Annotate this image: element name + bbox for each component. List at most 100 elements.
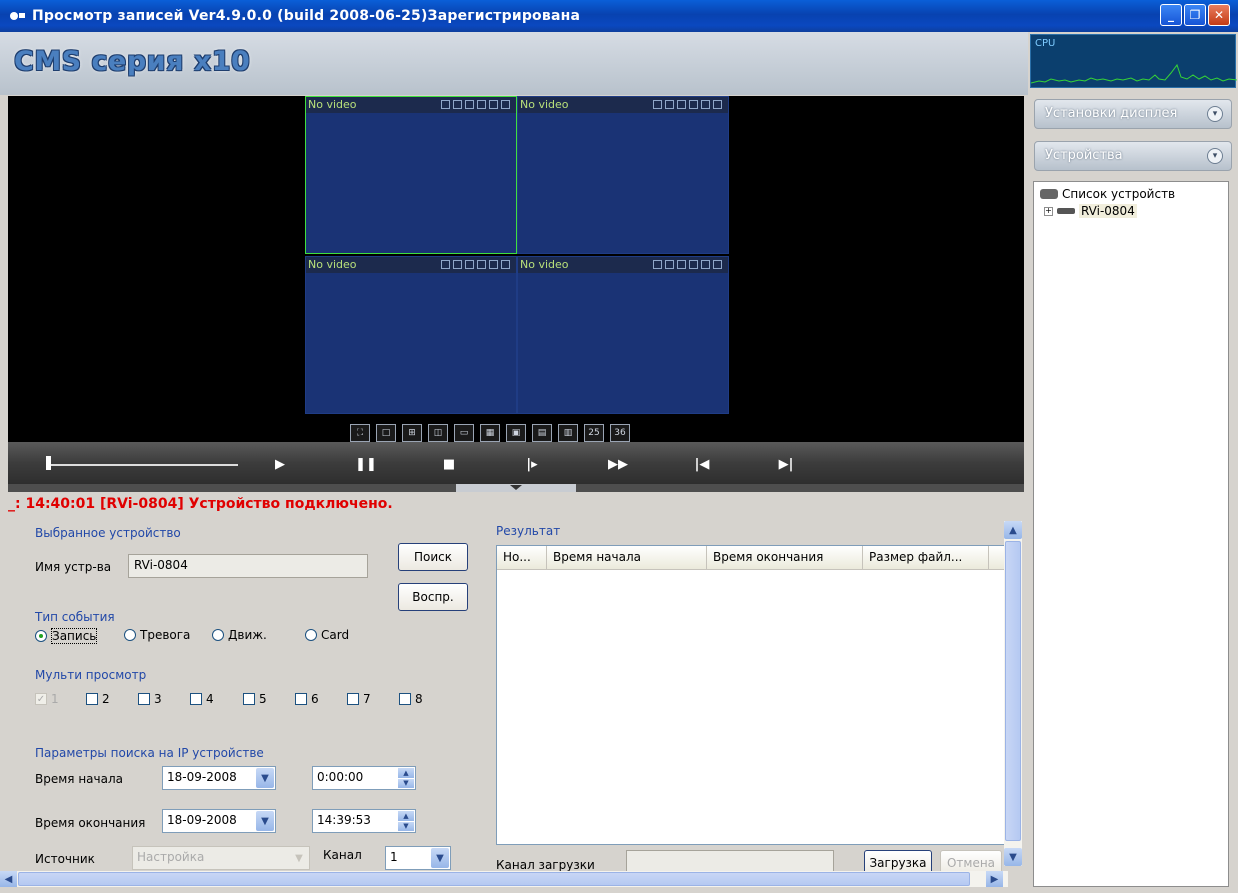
close-button[interactable]: ✕ [1208, 4, 1230, 26]
maximize-button[interactable]: ❐ [1184, 4, 1206, 26]
ptz-icon[interactable] [677, 100, 686, 109]
snapshot-icon[interactable] [441, 100, 450, 109]
multi-view-channel-2[interactable]: 2 [86, 692, 110, 706]
color-icon[interactable] [689, 100, 698, 109]
chevron-down-icon[interactable]: ▼ [256, 768, 274, 788]
channel-select[interactable]: 1 ▼ [385, 846, 451, 870]
audio-icon[interactable] [489, 100, 498, 109]
ptz-icon[interactable] [677, 260, 686, 269]
column-header-number[interactable]: Но... [497, 546, 547, 569]
previous-file-button[interactable]: |◀ [690, 454, 714, 474]
layout-1-button[interactable]: □ [376, 424, 396, 442]
device-name-label: Имя устр-ва [35, 560, 112, 574]
playback-progress-handle[interactable] [46, 456, 51, 470]
multi-view-channel-8[interactable]: 8 [399, 692, 423, 706]
chevron-down-icon[interactable]: ▼ [256, 811, 274, 831]
column-header-file-size[interactable]: Размер файл... [863, 546, 989, 569]
layout-4-button[interactable]: ⊞ [402, 424, 422, 442]
fast-forward-button[interactable]: ▶▶ [606, 454, 630, 474]
device-tree[interactable]: Список устройств + RVi-0804 [1033, 181, 1229, 887]
multi-view-channel-6[interactable]: 6 [295, 692, 319, 706]
record-icon[interactable] [665, 260, 674, 269]
play-button[interactable]: ▶ [268, 454, 292, 474]
layout-13-button[interactable]: ▤ [532, 424, 552, 442]
start-date-picker[interactable]: 18-09-2008 ▼ [162, 766, 276, 790]
ptz-icon[interactable] [465, 100, 474, 109]
audio-icon[interactable] [701, 100, 710, 109]
end-date-picker[interactable]: 18-09-2008 ▼ [162, 809, 276, 833]
event-type-motion-radio[interactable]: Движ. [212, 628, 267, 642]
results-table[interactable]: Но... Время начала Время окончания Разме… [496, 545, 1006, 845]
multi-view-channel-3[interactable]: 3 [138, 692, 162, 706]
vertical-scrollbar[interactable]: ▲ ▼ [1004, 521, 1022, 866]
video-cell-4[interactable]: No video [517, 256, 729, 414]
video-cell-2[interactable]: No video [517, 96, 729, 254]
scroll-down-icon[interactable]: ▼ [1004, 848, 1022, 866]
scroll-thumb[interactable] [18, 872, 970, 886]
play-records-button[interactable]: Воспр. [398, 583, 468, 611]
scroll-thumb[interactable] [1005, 541, 1021, 841]
scroll-up-icon[interactable]: ▲ [1004, 521, 1022, 539]
spin-down-icon[interactable]: ▼ [398, 778, 414, 788]
snapshot-icon[interactable] [653, 260, 662, 269]
event-type-alarm-radio[interactable]: Тревога [124, 628, 190, 642]
layout-16-button[interactable]: ▥ [558, 424, 578, 442]
display-settings-button[interactable]: Установки дисплея ▾ [1034, 99, 1232, 129]
radio-icon [212, 629, 224, 641]
minimize-button[interactable]: _ [1160, 4, 1182, 26]
next-file-button[interactable]: ▶| [774, 454, 798, 474]
record-icon[interactable] [453, 260, 462, 269]
fullscreen-layout-button[interactable]: ⛶ [350, 424, 370, 442]
search-button[interactable]: Поиск [398, 543, 468, 571]
tree-node-device[interactable]: + RVi-0804 [1044, 204, 1137, 218]
layout-8-button[interactable]: ▭ [454, 424, 474, 442]
video-status: No video [520, 98, 569, 111]
record-icon[interactable] [453, 100, 462, 109]
event-type-card-radio[interactable]: Card [305, 628, 349, 642]
video-cell-3[interactable]: No video [305, 256, 517, 414]
close-icon[interactable] [501, 260, 510, 269]
snapshot-icon[interactable] [653, 100, 662, 109]
event-type-record-radio[interactable]: Запись [35, 628, 98, 644]
stop-button[interactable]: ■ [437, 454, 461, 474]
horizontal-scrollbar[interactable]: ◀ ▶ [0, 871, 1008, 887]
playback-progress-track[interactable] [48, 464, 238, 466]
layout-10-button[interactable]: ▣ [506, 424, 526, 442]
color-icon[interactable] [477, 260, 486, 269]
column-header-end-time[interactable]: Время окончания [707, 546, 863, 569]
end-time-spinner[interactable]: 14:39:53 ▲ ▼ [312, 809, 416, 833]
scroll-right-icon[interactable]: ▶ [986, 871, 1003, 887]
close-icon[interactable] [501, 100, 510, 109]
spin-down-icon[interactable]: ▼ [398, 821, 414, 831]
multi-view-channel-5[interactable]: 5 [243, 692, 267, 706]
tree-root[interactable]: Список устройств [1040, 187, 1175, 201]
layout-6-button[interactable]: ◫ [428, 424, 448, 442]
close-icon[interactable] [713, 100, 722, 109]
multi-view-channel-7[interactable]: 7 [347, 692, 371, 706]
start-time-spinner[interactable]: 0:00:00 ▲ ▼ [312, 766, 416, 790]
chevron-down-icon[interactable]: ▼ [431, 848, 449, 868]
scroll-left-icon[interactable]: ◀ [0, 871, 17, 887]
layout-36-button[interactable]: 36 [610, 424, 630, 442]
spin-up-icon[interactable]: ▲ [398, 811, 414, 821]
close-icon[interactable] [713, 260, 722, 269]
video-cell-1[interactable]: No video [305, 96, 517, 254]
color-icon[interactable] [477, 100, 486, 109]
spin-up-icon[interactable]: ▲ [398, 768, 414, 778]
audio-icon[interactable] [701, 260, 710, 269]
audio-icon[interactable] [489, 260, 498, 269]
record-icon[interactable] [665, 100, 674, 109]
video-display[interactable]: No video No video No video No video [8, 96, 1024, 442]
column-header-start-time[interactable]: Время начала [547, 546, 707, 569]
snapshot-icon[interactable] [441, 260, 450, 269]
step-forward-button[interactable]: |▸ [520, 454, 544, 474]
ptz-icon[interactable] [465, 260, 474, 269]
devices-button[interactable]: Устройства ▾ [1034, 141, 1232, 171]
layout-9-button[interactable]: ▦ [480, 424, 500, 442]
expand-icon[interactable]: + [1044, 206, 1053, 216]
layout-25-button[interactable]: 25 [584, 424, 604, 442]
multi-view-channel-4[interactable]: 4 [190, 692, 214, 706]
device-name-field[interactable]: RVi-0804 [128, 554, 368, 578]
pause-button[interactable]: ❚❚ [354, 454, 378, 474]
color-icon[interactable] [689, 260, 698, 269]
